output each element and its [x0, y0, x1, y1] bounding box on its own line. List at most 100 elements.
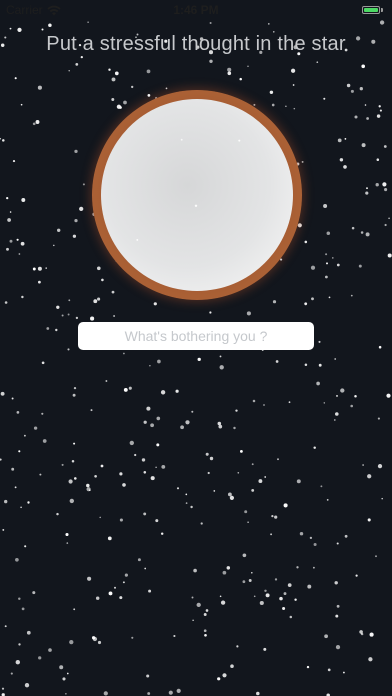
- star-dot: [0, 458, 2, 461]
- star-dot: [336, 263, 340, 267]
- star-dot: [343, 165, 347, 169]
- star-dot: [101, 278, 104, 282]
- star-dot: [283, 592, 287, 596]
- page-title: Put a stressful thought in the star: [46, 33, 346, 55]
- star-dot: [227, 67, 232, 72]
- star-dot: [80, 55, 83, 59]
- star-dot: [377, 417, 380, 420]
- star-dot: [68, 69, 70, 72]
- star-dot: [72, 234, 77, 238]
- star-dot: [325, 253, 328, 256]
- star-dot: [131, 636, 134, 639]
- star-dot: [108, 68, 111, 71]
- star-dot: [37, 266, 42, 271]
- star-dot: [388, 217, 390, 220]
- star-dot: [9, 27, 12, 30]
- star-dot: [354, 115, 358, 119]
- star-dot: [59, 665, 64, 670]
- star-dot: [310, 265, 316, 270]
- star-dot: [316, 381, 320, 386]
- star-dot: [342, 671, 345, 674]
- status-bar: Carrier 1:46 PM: [0, 0, 392, 20]
- star-dot: [15, 660, 20, 665]
- star-dot: [97, 297, 101, 301]
- star-dot: [369, 632, 374, 637]
- star-dot: [274, 578, 278, 581]
- star-dot: [27, 501, 30, 504]
- star-dot: [146, 674, 150, 678]
- star-dot: [146, 69, 151, 74]
- star-dot: [68, 479, 73, 484]
- star-dot: [97, 640, 102, 645]
- star-dot: [90, 409, 93, 412]
- star-dot: [323, 203, 328, 209]
- star-dot: [335, 614, 339, 618]
- star-dot: [114, 586, 116, 589]
- star-dot: [122, 352, 125, 355]
- star-dot: [111, 290, 115, 294]
- star-dot: [147, 692, 151, 695]
- star-dot: [1, 687, 5, 690]
- star-dot: [384, 188, 388, 192]
- star-dot: [350, 89, 354, 93]
- star-dot: [313, 446, 316, 449]
- star-dot: [213, 490, 216, 492]
- star-dot: [293, 107, 296, 110]
- battery-tip: [381, 8, 383, 12]
- star-dot: [386, 393, 391, 398]
- star-dot: [360, 231, 364, 234]
- star-dot: [113, 315, 116, 317]
- star-dot: [21, 295, 24, 299]
- star-dot: [340, 388, 345, 393]
- star-dot: [119, 596, 123, 600]
- star-dot: [304, 302, 308, 306]
- star-dot: [74, 218, 78, 223]
- star-dot: [20, 506, 22, 509]
- star-dot: [333, 419, 336, 421]
- star-dot: [326, 231, 331, 236]
- star-dot: [79, 206, 84, 212]
- star-dot: [379, 20, 385, 25]
- star-dot: [332, 257, 334, 259]
- star-dot: [9, 211, 12, 213]
- star-dot: [119, 472, 123, 476]
- star-dot: [233, 426, 236, 430]
- star-dot: [137, 558, 141, 562]
- star-dot: [24, 545, 27, 548]
- star-dot: [9, 239, 13, 243]
- star-dot: [18, 450, 21, 453]
- star-dot: [35, 120, 40, 124]
- star-dot: [18, 643, 21, 646]
- star-dot: [32, 122, 36, 126]
- star-dot: [150, 476, 155, 481]
- star-dot: [253, 595, 256, 598]
- star-dot: [190, 505, 193, 509]
- star-dot: [96, 266, 101, 271]
- star-dot: [4, 625, 7, 628]
- star-dot: [271, 103, 275, 107]
- star-dot: [18, 253, 21, 255]
- star-dot: [205, 452, 209, 456]
- star-dot: [361, 64, 366, 69]
- star-dot: [304, 363, 308, 366]
- star-dot: [65, 532, 69, 537]
- star-dot: [263, 404, 265, 406]
- star-dot: [103, 691, 108, 696]
- star-dot: [176, 688, 181, 694]
- star-dot: [358, 264, 362, 268]
- star-orb[interactable]: [92, 90, 302, 300]
- status-time: 1:46 PM: [173, 3, 219, 17]
- star-dot: [146, 406, 151, 411]
- star-dot: [16, 411, 20, 414]
- star-dot: [328, 296, 331, 299]
- star-dot: [275, 360, 279, 363]
- star-dot: [61, 463, 64, 466]
- star-dot: [33, 426, 38, 430]
- star-dot: [248, 579, 252, 582]
- star-dot: [368, 657, 373, 662]
- star-dot: [39, 473, 42, 476]
- star-dot: [251, 571, 253, 574]
- thought-input[interactable]: [78, 322, 314, 350]
- star-dot: [204, 633, 207, 637]
- star-dot: [334, 581, 338, 585]
